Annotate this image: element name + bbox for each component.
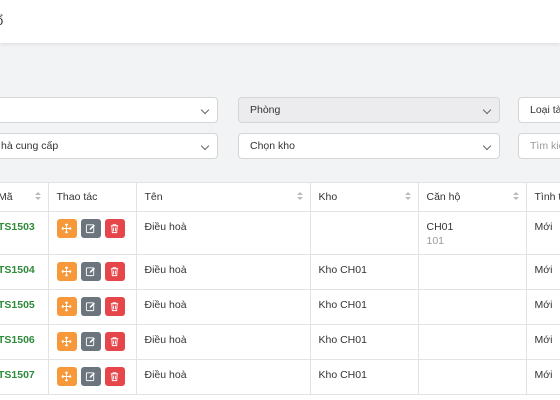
asset-name: Điều hoà: [136, 254, 311, 290]
asset-type-select-label: Loại tà: [530, 104, 560, 116]
table-row: TS1503 Điều hoà CH01 101 Mới: [0, 211, 560, 255]
edit-icon: [85, 301, 95, 311]
supplier-select-label: hà cung cấp: [1, 140, 59, 152]
search-input[interactable]: Tìm kiế: [518, 133, 560, 159]
col-header-status-label: Tình t: [534, 190, 560, 203]
move-button[interactable]: [56, 218, 77, 238]
col-header-code-label: Mã: [0, 190, 13, 203]
table-row: TS1507 Điều hoà Kho CH01 Mới: [0, 359, 560, 395]
trash-icon: [110, 266, 119, 276]
col-header-actions-label: Thao tác: [56, 190, 98, 203]
sort-icon: [512, 192, 519, 202]
col-header-warehouse[interactable]: Kho: [310, 183, 419, 212]
sort-icon: [404, 192, 411, 202]
asset-apartment: [418, 359, 527, 395]
asset-apartment: [418, 254, 527, 290]
trash-icon: [110, 301, 119, 311]
asset-name: Điều hoà: [136, 211, 311, 255]
trash-icon: [110, 371, 119, 381]
col-header-name-label: Tên: [144, 190, 163, 203]
edit-icon: [85, 223, 95, 233]
move-button[interactable]: [56, 296, 77, 316]
edit-button[interactable]: [80, 218, 101, 238]
asset-code[interactable]: TS1507: [0, 369, 35, 381]
chevron-down-icon: [482, 105, 492, 115]
asset-status: Mới: [526, 254, 560, 290]
warehouse-select-label: Chọn kho: [250, 140, 295, 152]
edit-button[interactable]: [80, 331, 101, 351]
move-button[interactable]: [56, 331, 77, 351]
asset-name: Điều hoà: [136, 359, 311, 395]
asset-code[interactable]: TS1505: [0, 299, 35, 311]
asset-warehouse: Kho CH01: [310, 254, 419, 290]
move-icon: [61, 336, 72, 346]
search-placeholder: Tìm kiế: [530, 140, 560, 152]
asset-warehouse: Kho CH01: [310, 289, 419, 325]
asset-apartment: [418, 289, 527, 325]
move-button[interactable]: [56, 366, 77, 386]
move-icon: [61, 223, 72, 233]
delete-button[interactable]: [104, 261, 125, 281]
page-title: ổ: [0, 13, 3, 28]
sort-icon: [34, 192, 41, 202]
delete-button[interactable]: [104, 331, 125, 351]
chevron-down-icon: [200, 141, 210, 151]
asset-code[interactable]: TS1504: [0, 264, 35, 276]
asset-apartment: CH01: [426, 220, 454, 233]
move-icon: [61, 301, 72, 311]
asset-type-select[interactable]: Loại tà: [518, 97, 560, 123]
col-header-name[interactable]: Tên: [136, 183, 311, 212]
col-header-apartment-label: Căn hộ: [426, 190, 461, 203]
move-button[interactable]: [56, 261, 77, 281]
asset-status: Mới: [526, 211, 560, 255]
col-header-status[interactable]: Tình t: [526, 183, 560, 212]
top-header: ổ: [0, 0, 560, 43]
supplier-select[interactable]: hà cung cấp: [0, 133, 218, 159]
asset-warehouse: [310, 211, 419, 255]
col-header-warehouse-label: Kho: [318, 190, 338, 203]
asset-code[interactable]: TS1506: [0, 334, 35, 346]
asset-warehouse: Kho CH01: [310, 359, 419, 395]
delete-button[interactable]: [104, 218, 125, 238]
asset-apartment-sub: 101: [426, 234, 445, 247]
move-icon: [61, 266, 72, 276]
asset-status: Mới: [526, 289, 560, 325]
chevron-down-icon: [200, 105, 210, 115]
edit-button[interactable]: [80, 261, 101, 281]
delete-button[interactable]: [104, 296, 125, 316]
table-header-row: Mã Thao tác Tên Kho Căn hộ Tình t: [0, 183, 560, 212]
asset-name: Điều hoà: [136, 289, 311, 325]
table-row: TS1506 Điều hoà Kho CH01 Mới: [0, 324, 560, 360]
move-icon: [61, 371, 72, 381]
edit-icon: [85, 336, 95, 346]
chevron-down-icon: [482, 141, 492, 151]
asset-warehouse: Kho CH01: [310, 324, 419, 360]
edit-button[interactable]: [80, 296, 101, 316]
trash-icon: [110, 336, 119, 346]
col-header-code[interactable]: Mã: [0, 183, 49, 212]
warehouse-select[interactable]: Chọn kho: [238, 133, 500, 159]
room-select-label: Phòng: [250, 104, 281, 116]
filter-select-left[interactable]: [0, 97, 218, 123]
asset-status: Mới: [526, 324, 560, 360]
asset-code[interactable]: TS1503: [0, 221, 35, 233]
table-row: TS1504 Điều hoà Kho CH01 Mới: [0, 254, 560, 290]
sort-icon: [296, 192, 303, 202]
edit-icon: [85, 371, 95, 381]
trash-icon: [110, 223, 119, 233]
edit-icon: [85, 266, 95, 276]
delete-button[interactable]: [104, 366, 125, 386]
col-header-apartment[interactable]: Căn hộ: [418, 183, 527, 212]
col-header-actions: Thao tác: [48, 183, 137, 212]
edit-button[interactable]: [80, 366, 101, 386]
asset-name: Điều hoà: [136, 324, 311, 360]
room-select[interactable]: Phòng: [238, 97, 500, 123]
asset-table: Mã Thao tác Tên Kho Căn hộ Tình t TS1503…: [0, 182, 560, 400]
table-row: TS1505 Điều hoà Kho CH01 Mới: [0, 289, 560, 325]
asset-apartment: [418, 324, 527, 360]
asset-status: Mới: [526, 359, 560, 395]
